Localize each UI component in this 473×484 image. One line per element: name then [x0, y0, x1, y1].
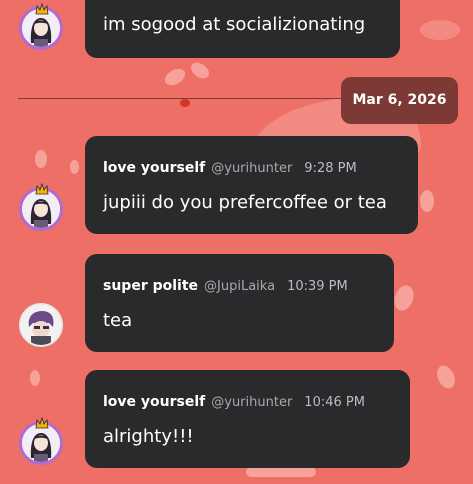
- user-avatar[interactable]: [19, 303, 63, 347]
- background-dot: [420, 190, 434, 212]
- message-text: tea: [103, 310, 133, 331]
- background-blob: [420, 20, 460, 40]
- anime-girl-avatar-icon: [22, 190, 60, 228]
- message-text: im sogood at socializionating: [103, 14, 366, 35]
- purple-hair-avatar-icon: [21, 305, 61, 345]
- author-handle[interactable]: @JupiLaika: [204, 279, 275, 294]
- author-name[interactable]: super polite: [103, 278, 198, 294]
- message-header: love yourself @yurihunter 10:46 PM: [103, 393, 365, 412]
- message-timestamp: 10:46 PM: [304, 395, 365, 410]
- author-handle[interactable]: @yurihunter: [211, 161, 292, 176]
- date-divider-badge: Mar 6, 2026: [341, 77, 458, 124]
- anime-girl-avatar-icon: [22, 424, 60, 462]
- author-handle[interactable]: @yurihunter: [211, 395, 292, 410]
- message-header: love yourself @yurihunter 9:28 PM: [103, 159, 357, 178]
- author-name[interactable]: love yourself: [103, 160, 205, 176]
- crown-icon: [35, 414, 49, 429]
- message-bubble: love yourself @yurihunter 9:28 PM jupiii d…: [85, 136, 418, 234]
- background-dot: [35, 150, 47, 168]
- message-timestamp: 9:28 PM: [304, 161, 357, 176]
- author-name[interactable]: love yourself: [103, 394, 205, 410]
- message-bubble: super polite @JupiLaika 10:39 PM tea: [85, 254, 394, 352]
- background-leaf-icon: [433, 362, 459, 392]
- message-bubble: im sogood at socializionating: [85, 0, 400, 58]
- background-leaf-icon: [188, 59, 212, 82]
- background-dot: [180, 99, 190, 107]
- background-leaf-icon: [391, 282, 417, 314]
- message-bubble: love yourself @yurihunter 10:46 PM alright…: [85, 370, 410, 468]
- background-dot: [70, 160, 79, 174]
- message-header: super polite @JupiLaika 10:39 PM: [103, 277, 348, 296]
- date-divider-line: [18, 98, 348, 99]
- message-text: jupiii do you prefercoffee or tea: [103, 192, 387, 213]
- message-text: alrighty!!!: [103, 426, 194, 447]
- message-timestamp: 10:39 PM: [287, 279, 348, 294]
- background-leaf-icon: [161, 65, 189, 89]
- background-dot: [246, 467, 316, 477]
- background-dot: [30, 370, 40, 386]
- crown-icon: [35, 180, 49, 195]
- crown-icon: [35, 0, 49, 15]
